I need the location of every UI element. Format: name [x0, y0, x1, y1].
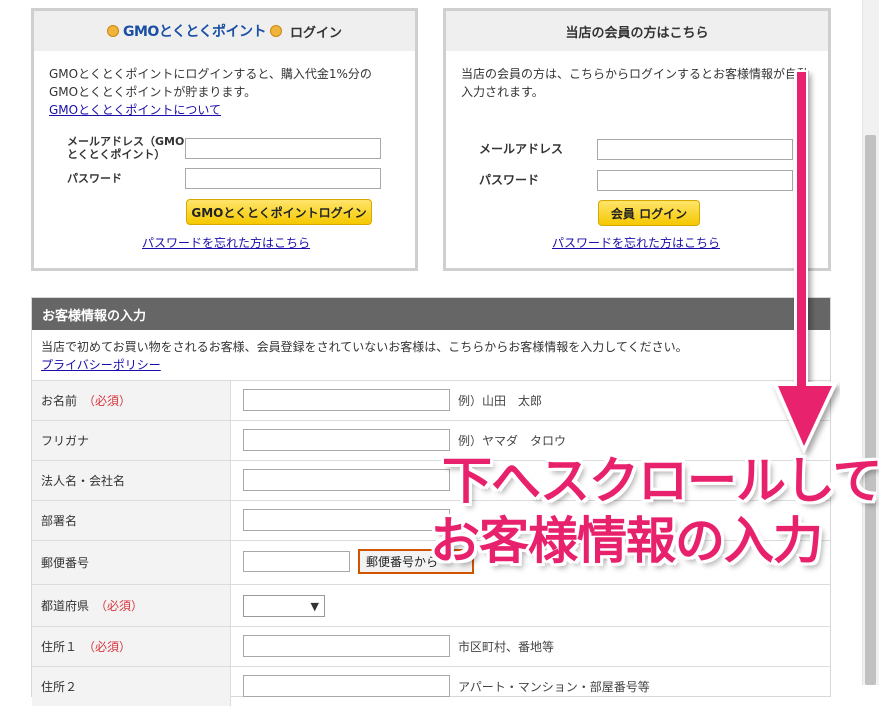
required-mark: （必須） — [83, 394, 132, 408]
address2-label: 住所２ — [41, 680, 78, 694]
form-row-address1: 住所１ （必須） 市区町村、番地等 — [32, 626, 830, 666]
member-login-description: 当店の会員の方は、こちらからログインするとお客様情報が自動入力されます。 — [461, 67, 810, 99]
member-forgot-password-link[interactable]: パスワードを忘れた方はこちら — [552, 234, 720, 251]
address1-input[interactable] — [243, 635, 450, 657]
gmo-login-button[interactable]: GMOとくとくポイントログイン — [186, 199, 372, 225]
member-login-button[interactable]: 会員 ログイン — [598, 200, 700, 226]
name-input[interactable] — [243, 389, 450, 411]
gmo-login-panel: GMOとくとくポイント ログイン GMOとくとくポイントにログインすると、購入代… — [31, 8, 418, 271]
gmo-about-link[interactable]: GMOとくとくポイントについて — [49, 103, 221, 117]
gmo-logo-text: GMOとくとくポイント — [123, 24, 266, 40]
member-password-input[interactable] — [597, 170, 793, 191]
member-email-input[interactable] — [597, 139, 793, 160]
annotation-line2: お客様情報の入力 — [430, 512, 823, 570]
required-mark: （必須） — [95, 599, 144, 613]
customer-info-title: お客様情報の入力 — [32, 298, 830, 330]
address1-hint: 市区町村、番地等 — [458, 640, 555, 654]
address1-label: 住所１ — [41, 640, 78, 654]
coin-icon — [269, 25, 282, 37]
required-mark: （必須） — [83, 640, 132, 654]
form-row-prefecture: 都道府県 （必須） ▼ — [32, 584, 830, 626]
gmo-password-input[interactable] — [185, 168, 381, 189]
gmo-email-input[interactable] — [185, 137, 381, 159]
company-label: 法人名・会社名 — [41, 474, 126, 488]
address2-input[interactable] — [243, 675, 450, 697]
furigana-label: フリガナ — [41, 434, 90, 448]
chevron-down-icon: ▼ — [310, 599, 319, 613]
prefecture-label: 都道府県 — [41, 599, 90, 613]
form-row-name: お名前 （必須） 例）山田 太郎 — [32, 380, 830, 420]
privacy-policy-link[interactable]: プライバシーポリシー — [41, 358, 161, 372]
gmo-point-logo: GMOとくとくポイント — [107, 21, 282, 41]
gmo-password-label: パスワード — [67, 172, 122, 185]
furigana-hint: 例）ヤマダ タロウ — [458, 434, 567, 448]
gmo-email-label: メールアドレス（GMO とくとくポイント） — [67, 135, 185, 161]
member-password-label: パスワード — [479, 173, 540, 187]
form-row-address2: 住所２ アパート・マンション・部屋番号等 — [32, 666, 830, 706]
postal-code-label: 郵便番号 — [41, 556, 90, 570]
member-email-label: メールアドレス — [479, 142, 564, 156]
postal-code-input[interactable] — [243, 551, 350, 572]
scroll-down-arrow-icon — [772, 70, 838, 454]
member-login-header: 当店の会員の方はこちら — [446, 11, 828, 51]
coin-icon — [107, 25, 119, 37]
department-label: 部署名 — [41, 514, 78, 528]
address2-hint: アパート・マンション・部屋番号等 — [458, 680, 650, 694]
prefecture-select[interactable]: ▼ — [243, 595, 325, 617]
company-input[interactable] — [243, 469, 450, 491]
furigana-input[interactable] — [243, 429, 450, 451]
gmo-login-description: GMOとくとくポイントにログインすると、購入代金1%分のGMOとくとくポイントが… — [49, 67, 372, 99]
department-input[interactable] — [243, 509, 450, 531]
gmo-login-header: GMOとくとくポイント ログイン — [34, 11, 415, 51]
gmo-forgot-password-link[interactable]: パスワードを忘れた方はこちら — [142, 234, 310, 251]
gmo-login-title: ログイン — [289, 25, 342, 41]
scrollbar-thumb[interactable] — [865, 135, 876, 685]
annotation-line1: 下へスクロールして — [442, 452, 879, 510]
customer-info-description: 当店で初めてお買い物をされるお客様、会員登録をされていないお客様は、こちらからお… — [41, 340, 688, 354]
name-hint: 例）山田 太郎 — [458, 394, 543, 408]
name-label: お名前 — [41, 394, 78, 408]
